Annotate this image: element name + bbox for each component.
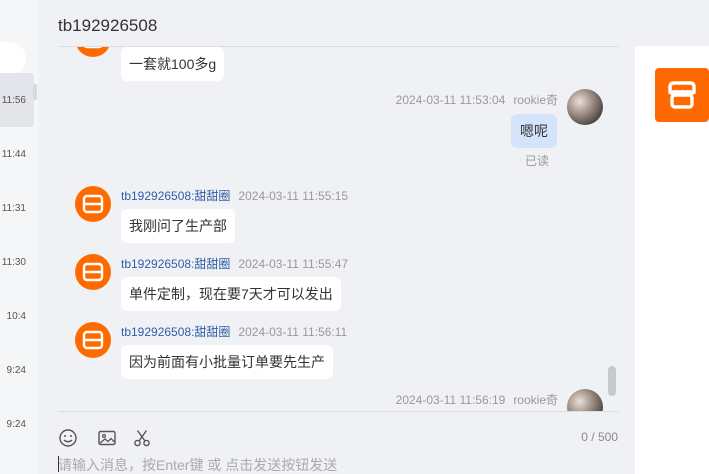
chat-title: tb192926508 xyxy=(58,16,158,35)
message-meta: 2024-03-11 11:53:04 rookie奇 xyxy=(396,91,558,108)
conversation-item[interactable]: 11:31 xyxy=(0,181,34,235)
message-meta: 2024-03-11 11:56:19 rookie奇 xyxy=(396,391,558,408)
message-bubble: 因为前面有小批量订单要先生产 xyxy=(121,345,333,379)
message-input[interactable]: 请输入消息，按Enter键 或 点击发送按钮发送 xyxy=(58,455,337,474)
conversation-time: 11:30 xyxy=(1,256,26,268)
message-list: 一套就100多g 2024-03-11 11:53:04 rookie奇 嗯呢 已… xyxy=(38,47,635,411)
my-message-bubble: 嗯呢 xyxy=(511,114,557,148)
message-time: 2024-03-11 11:56:19 xyxy=(395,393,506,407)
input-divider xyxy=(58,411,619,412)
conversation-item[interactable]: 11:44 xyxy=(0,127,34,181)
read-status: 已读 xyxy=(524,154,549,168)
shop-icon xyxy=(668,81,696,109)
conversation-time: 9:24 xyxy=(6,418,26,430)
conversation-item[interactable]: 9:24 xyxy=(0,397,34,451)
message-bubble: 我刚问了生产部 xyxy=(121,209,235,243)
message-meta: tb192926508:甜甜圈 2024-03-11 11:55:15 xyxy=(121,187,348,204)
conversation-time: 11:31 xyxy=(1,202,26,214)
message-nick: rookie奇 xyxy=(513,393,558,407)
conversation-time: 11:56 xyxy=(1,94,26,106)
message-bubble: 单件定制，现在要7天才可以发出 xyxy=(121,277,341,311)
conversation-item[interactable]: 10:4 xyxy=(0,289,34,343)
message-bubble: 一套就100多g xyxy=(121,47,225,81)
message-nick[interactable]: tb192926508:甜甜圈 xyxy=(121,325,230,339)
user-avatar[interactable] xyxy=(567,89,603,125)
shop-avatar[interactable] xyxy=(75,186,111,222)
message-time: 2024-03-11 11:56:11 xyxy=(238,325,348,339)
message-scrollbar[interactable] xyxy=(608,366,616,396)
char-counter: 0 / 500 xyxy=(581,430,618,444)
conversation-search[interactable] xyxy=(0,42,26,76)
conversation-time: 11:44 xyxy=(1,148,26,160)
message-meta: tb192926508:甜甜圈 2024-03-11 11:55:47 xyxy=(121,255,348,272)
shop-logo[interactable] xyxy=(655,68,709,122)
chat-panel: tb192926508 一套就100多g 2024-03-11 11:53:04… xyxy=(38,0,635,474)
shop-avatar[interactable] xyxy=(75,322,111,358)
shop-avatar[interactable] xyxy=(75,47,111,57)
shop-icon xyxy=(82,194,104,214)
conversation-list: 11:56 11:44 11:31 11:30 10:4 9:24 9:24 xyxy=(0,0,38,474)
message-time: 2024-03-11 11:53:04 xyxy=(395,93,506,107)
message-time: 2024-03-11 11:55:15 xyxy=(238,189,349,203)
conversation-time: 10:4 xyxy=(6,310,26,322)
shop-avatar[interactable] xyxy=(75,254,111,290)
image-icon[interactable] xyxy=(97,428,117,448)
scissors-icon[interactable] xyxy=(132,428,152,448)
shop-icon xyxy=(82,330,104,350)
user-avatar[interactable] xyxy=(567,389,603,411)
right-panel xyxy=(635,46,709,474)
conversation-list-scrollbar[interactable] xyxy=(33,84,37,100)
message-time: 2024-03-11 11:55:47 xyxy=(238,257,349,271)
conversation-item[interactable]: 9:24 xyxy=(0,343,34,397)
conversation-item[interactable]: 11:56 xyxy=(0,73,34,127)
message-nick[interactable]: tb192926508:甜甜圈 xyxy=(121,257,230,271)
message-nick[interactable]: tb192926508:甜甜圈 xyxy=(121,189,230,203)
shop-icon xyxy=(84,47,102,49)
chat-window: 11:56 11:44 11:31 11:30 10:4 9:24 9:24 t… xyxy=(0,0,709,474)
shop-icon xyxy=(82,262,104,282)
conversation-item[interactable]: 11:30 xyxy=(0,235,34,289)
emoji-icon[interactable] xyxy=(58,428,78,448)
conversation-time: 9:24 xyxy=(6,364,26,376)
message-meta: tb192926508:甜甜圈 2024-03-11 11:56:11 xyxy=(121,323,347,340)
message-nick: rookie奇 xyxy=(513,93,558,107)
